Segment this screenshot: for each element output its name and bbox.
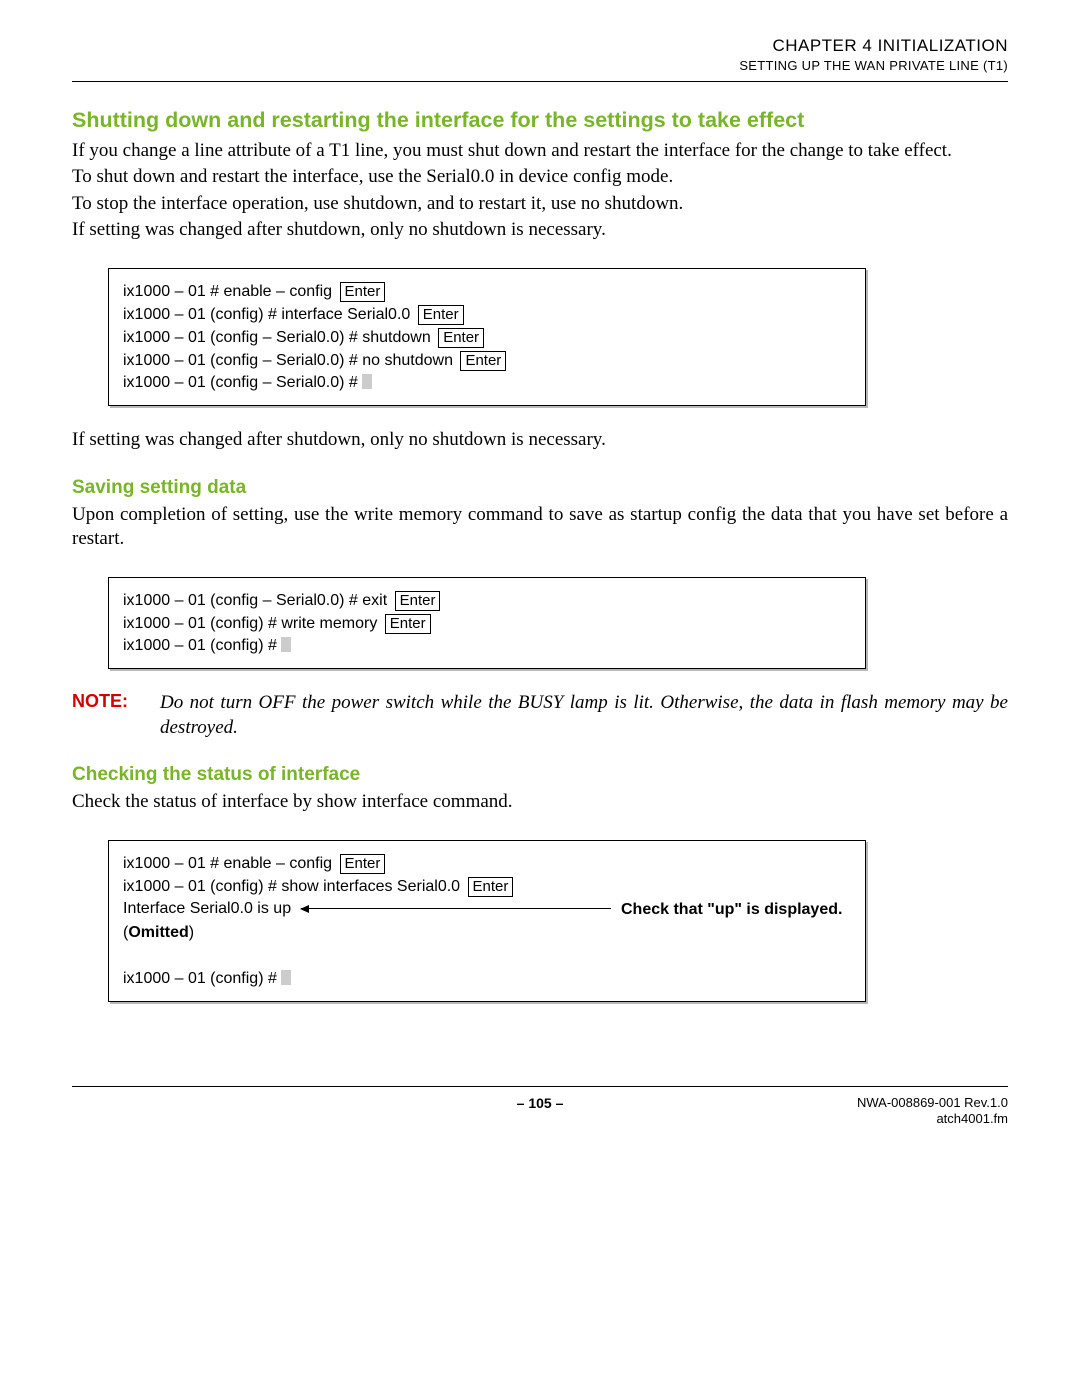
footer: – 105 – NWA-008869-001 Rev.1.0 atch4001.… <box>72 1095 1008 1128</box>
enter-key: Enter <box>438 328 484 348</box>
code-text: ix1000 – 01 (config – Serial0.0) # no sh… <box>123 352 453 369</box>
note-block: NOTE: Do not turn OFF the power switch w… <box>72 691 1008 740</box>
check-annotation: Check that "up" is displayed. <box>621 900 851 921</box>
code-text: ix1000 – 01 (config – Serial0.0) # <box>123 374 358 391</box>
body-text: If setting was changed after shutdown, o… <box>72 218 1008 242</box>
code-text: ix1000 – 01 (config) # show interfaces S… <box>123 878 460 895</box>
paren-close: ) <box>189 924 194 941</box>
doc-id: NWA-008869-001 Rev.1.0 <box>808 1095 1008 1111</box>
enter-key: Enter <box>340 282 386 302</box>
code-text: ix1000 – 01 (config – Serial0.0) # exit <box>123 592 387 609</box>
note-label: NOTE: <box>72 691 160 740</box>
interface-status-text: Interface Serial0.0 is up <box>123 900 291 918</box>
body-text: If setting was changed after shutdown, o… <box>72 428 1008 452</box>
code-text: ix1000 – 01 (config) # write memory <box>123 615 377 632</box>
section-heading-shutdown: Shutting down and restarting the interfa… <box>72 108 1008 133</box>
code-text: ix1000 – 01 # enable – config <box>123 283 332 300</box>
chapter-label: CHAPTER 4 INITIALIZATION <box>72 36 1008 56</box>
body-text: Upon completion of setting, use the writ… <box>72 503 1008 552</box>
body-text: If you change a line attribute of a T1 l… <box>72 139 1008 163</box>
subchapter-label: SETTING UP THE WAN PRIVATE LINE (T1) <box>72 58 1008 73</box>
cursor-icon <box>281 970 291 985</box>
body-text: To shut down and restart the interface, … <box>72 165 1008 189</box>
enter-key: Enter <box>395 591 441 611</box>
code-block-shutdown: ix1000 – 01 # enable – config Enter ix10… <box>108 268 866 406</box>
code-text: ix1000 – 01 (config – Serial0.0) # shutd… <box>123 329 431 346</box>
cursor-icon <box>362 374 372 389</box>
section-heading-saving: Saving setting data <box>72 477 1008 499</box>
file-name: atch4001.fm <box>808 1111 1008 1127</box>
footer-rule <box>72 1086 1008 1087</box>
enter-key: Enter <box>468 877 514 897</box>
arrow-icon <box>301 908 611 909</box>
page: CHAPTER 4 INITIALIZATION SETTING UP THE … <box>0 0 1080 1397</box>
enter-key: Enter <box>418 305 464 325</box>
section-heading-checking: Checking the status of interface <box>72 764 1008 786</box>
note-text: Do not turn OFF the power switch while t… <box>160 691 1008 740</box>
cursor-icon <box>281 637 291 652</box>
body-text: To stop the interface operation, use shu… <box>72 192 1008 216</box>
code-text: ix1000 – 01 (config) # <box>123 970 277 987</box>
header-rule <box>72 81 1008 82</box>
enter-key: Enter <box>460 351 506 371</box>
enter-key: Enter <box>340 854 386 874</box>
omitted-label: Omitted <box>128 924 188 941</box>
code-block-checking: ix1000 – 01 # enable – config Enter ix10… <box>108 840 866 1002</box>
code-block-saving: ix1000 – 01 (config – Serial0.0) # exit … <box>108 577 866 669</box>
code-text: ix1000 – 01 (config) # interface Serial0… <box>123 306 410 323</box>
code-text: ix1000 – 01 # enable – config <box>123 855 332 872</box>
code-text: ix1000 – 01 (config) # <box>123 637 277 654</box>
enter-key: Enter <box>385 614 431 634</box>
body-text: Check the status of interface by show in… <box>72 790 1008 814</box>
page-number: – 105 – <box>517 1095 564 1128</box>
